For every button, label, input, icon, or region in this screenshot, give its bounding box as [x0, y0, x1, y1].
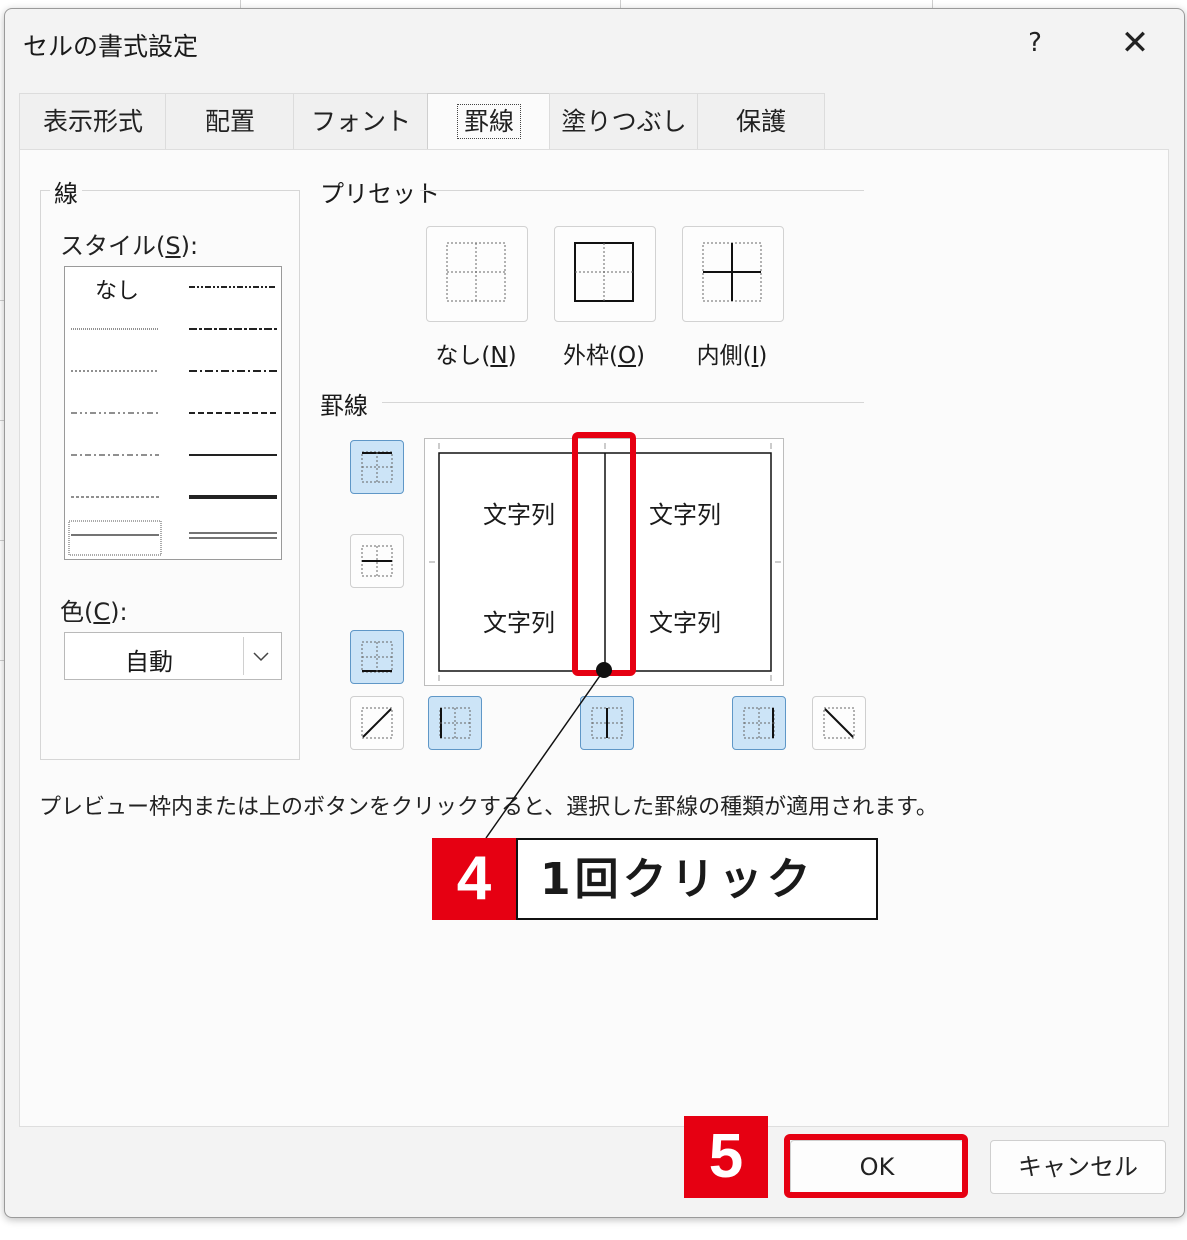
- preview-text-top-left: 文字列: [483, 501, 555, 529]
- help-button[interactable]: ?: [1011, 23, 1059, 63]
- cancel-button[interactable]: キャンセル: [990, 1140, 1166, 1194]
- color-dropdown[interactable]: 自動: [64, 632, 282, 680]
- step5-number-badge: 5: [684, 1116, 768, 1198]
- color-label: 色(C):: [60, 598, 128, 626]
- preset-group-title: プリセット: [320, 174, 444, 209]
- color-value: 自動: [125, 648, 173, 676]
- tab-border[interactable]: 罫線: [427, 93, 551, 150]
- preset-inside-label: 内側(I): [696, 343, 768, 369]
- hint-text: プレビュー枠内または上のボタンをクリックすると、選択した罫線の種類が適用されます…: [39, 795, 938, 820]
- tab-font[interactable]: フォント: [293, 93, 429, 150]
- line-group-title: 線: [50, 174, 82, 209]
- tab-number-format[interactable]: 表示形式: [19, 93, 167, 150]
- step4-highlight-box: [572, 432, 636, 676]
- tab-strip: 表示形式 配置 フォント 罫線 塗りつぶし 保護: [19, 93, 839, 150]
- close-button[interactable]: ✕: [1111, 23, 1159, 63]
- tab-fill[interactable]: 塗りつぶし: [549, 93, 699, 150]
- chevron-down-icon[interactable]: [243, 637, 278, 675]
- line-style-samples[interactable]: [65, 267, 281, 559]
- line-style-list[interactable]: なし: [64, 266, 282, 560]
- border-left-button[interactable]: [428, 696, 482, 750]
- border-diagonal-up-button[interactable]: [350, 696, 404, 750]
- step4-number-badge: 4: [432, 838, 516, 920]
- preset-outline-label: 外枠(O): [562, 343, 646, 369]
- dialog-title: セルの書式設定: [23, 32, 199, 61]
- preset-none-label: なし(N): [435, 343, 517, 369]
- step5-highlight-box: [784, 1134, 968, 1198]
- preview-text-bottom-right: 文字列: [649, 609, 721, 637]
- title-bar: セルの書式設定 ? ✕: [5, 9, 1184, 75]
- callout-anchor-dot: [596, 662, 612, 678]
- border-group-title: 罫線: [320, 386, 372, 421]
- border-diagonal-down-button[interactable]: [812, 696, 866, 750]
- border-right-button[interactable]: [732, 696, 786, 750]
- border-vertical-inside-button[interactable]: [580, 696, 634, 750]
- preview-text-bottom-left: 文字列: [483, 609, 555, 637]
- border-bottom-button[interactable]: [350, 630, 404, 684]
- preset-outline-button[interactable]: [554, 226, 656, 322]
- preview-text-top-right: 文字列: [649, 501, 721, 529]
- preset-inside-button[interactable]: [682, 226, 784, 322]
- border-horizontal-inside-button[interactable]: [350, 534, 404, 588]
- style-label: スタイル(S):: [60, 232, 199, 260]
- preset-none-button[interactable]: [426, 226, 528, 322]
- border-top-button[interactable]: [350, 440, 404, 494]
- tab-alignment[interactable]: 配置: [165, 93, 295, 150]
- tab-protection[interactable]: 保護: [697, 93, 825, 150]
- step4-callout: 1回クリック: [516, 838, 878, 920]
